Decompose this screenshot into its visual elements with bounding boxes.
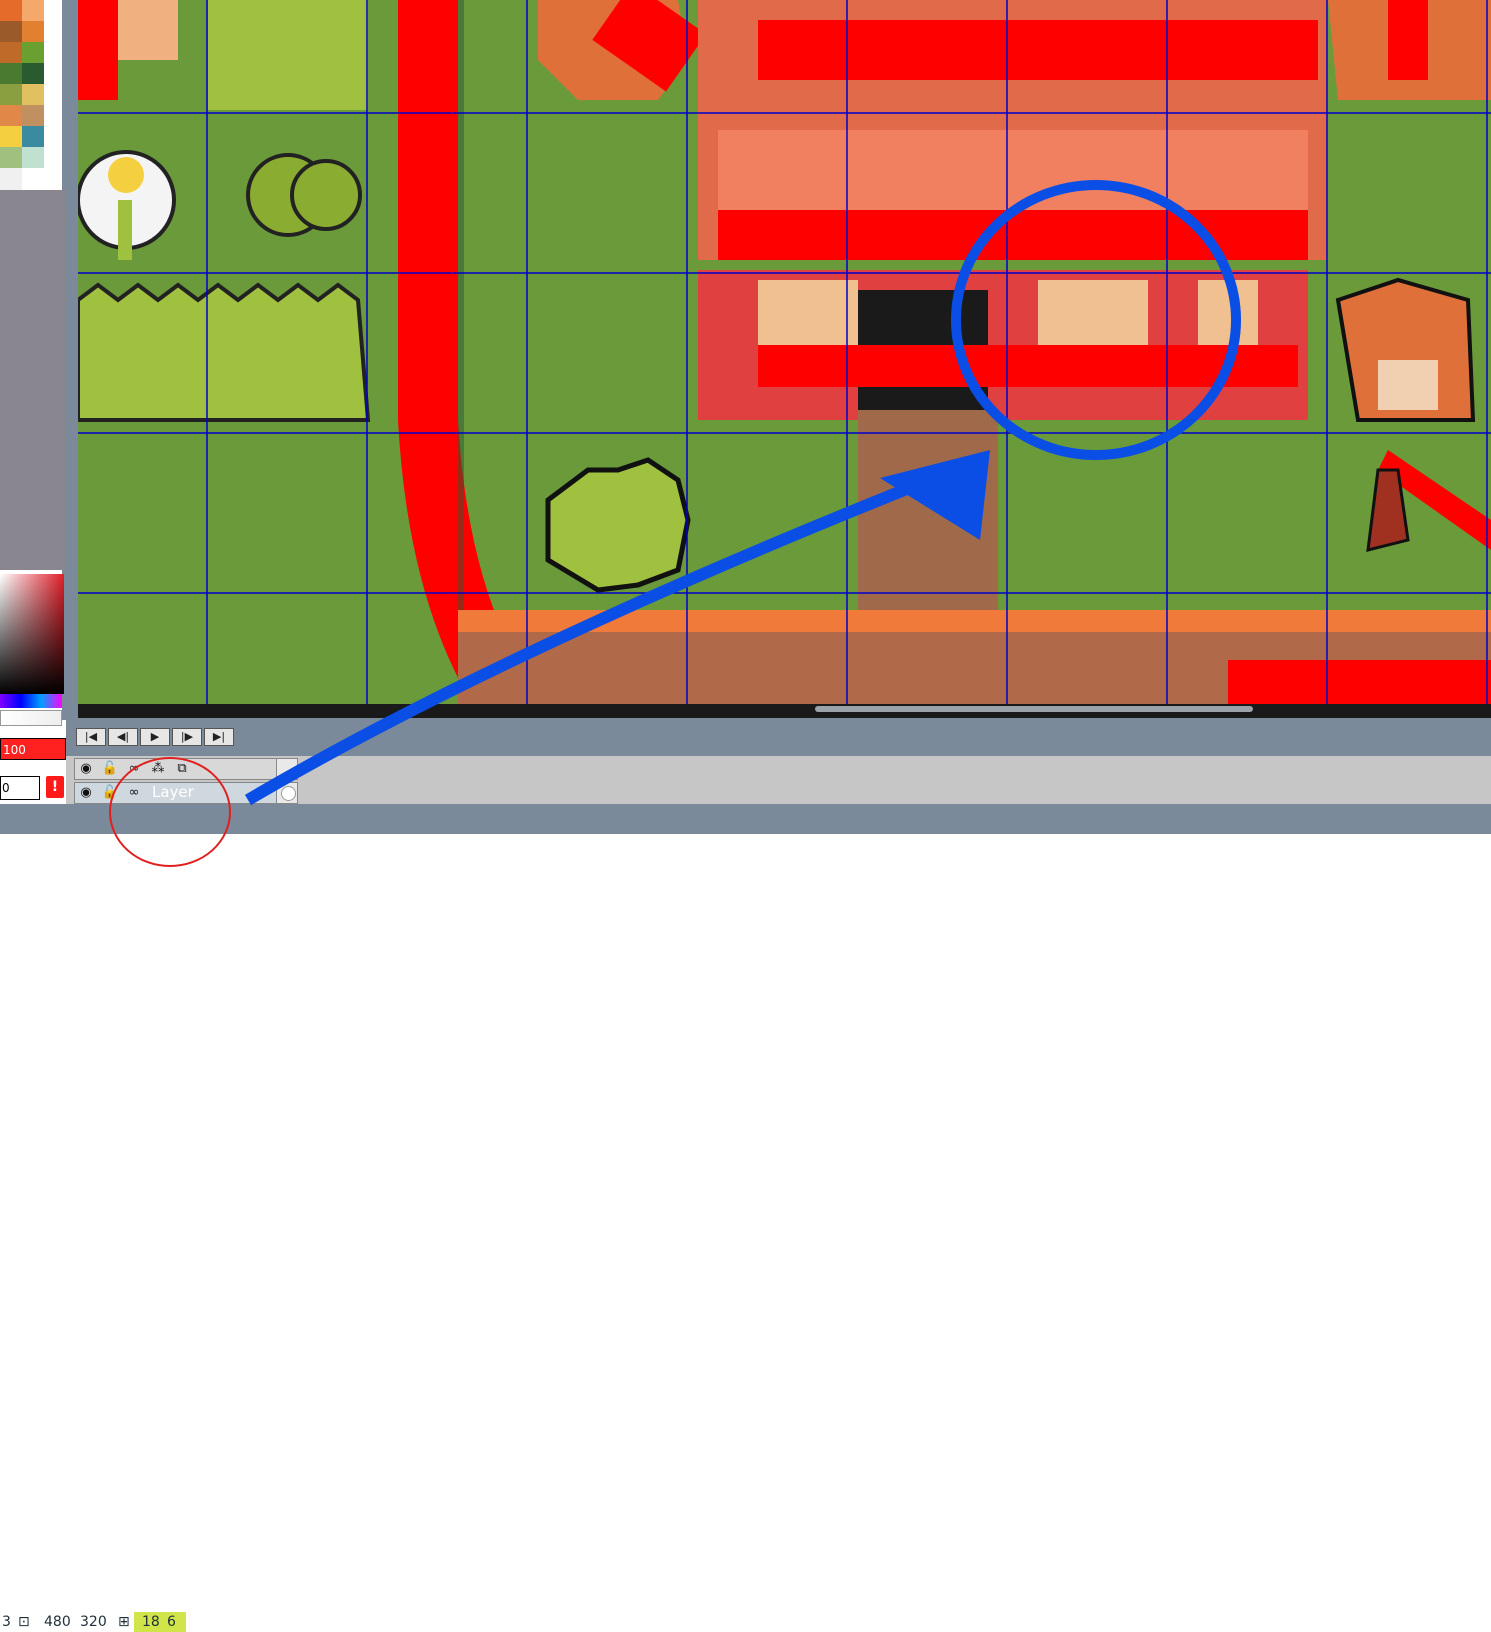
blue-circle-annotation bbox=[951, 180, 1241, 460]
canvas-width: 480 bbox=[44, 1614, 71, 1630]
tile-y: 6 bbox=[167, 1614, 176, 1630]
canvas-height: 320 bbox=[80, 1614, 107, 1630]
grid-icon: ⊞ bbox=[118, 1614, 130, 1630]
frame-number: 3 bbox=[2, 1614, 11, 1630]
red-circle-annotation bbox=[109, 757, 231, 867]
blue-arrow-annotation bbox=[244, 454, 983, 806]
canvas-size-icon: ⊡ bbox=[18, 1614, 30, 1630]
tile-x: 18 bbox=[142, 1614, 160, 1630]
annotation-overlay bbox=[109, 180, 1241, 867]
